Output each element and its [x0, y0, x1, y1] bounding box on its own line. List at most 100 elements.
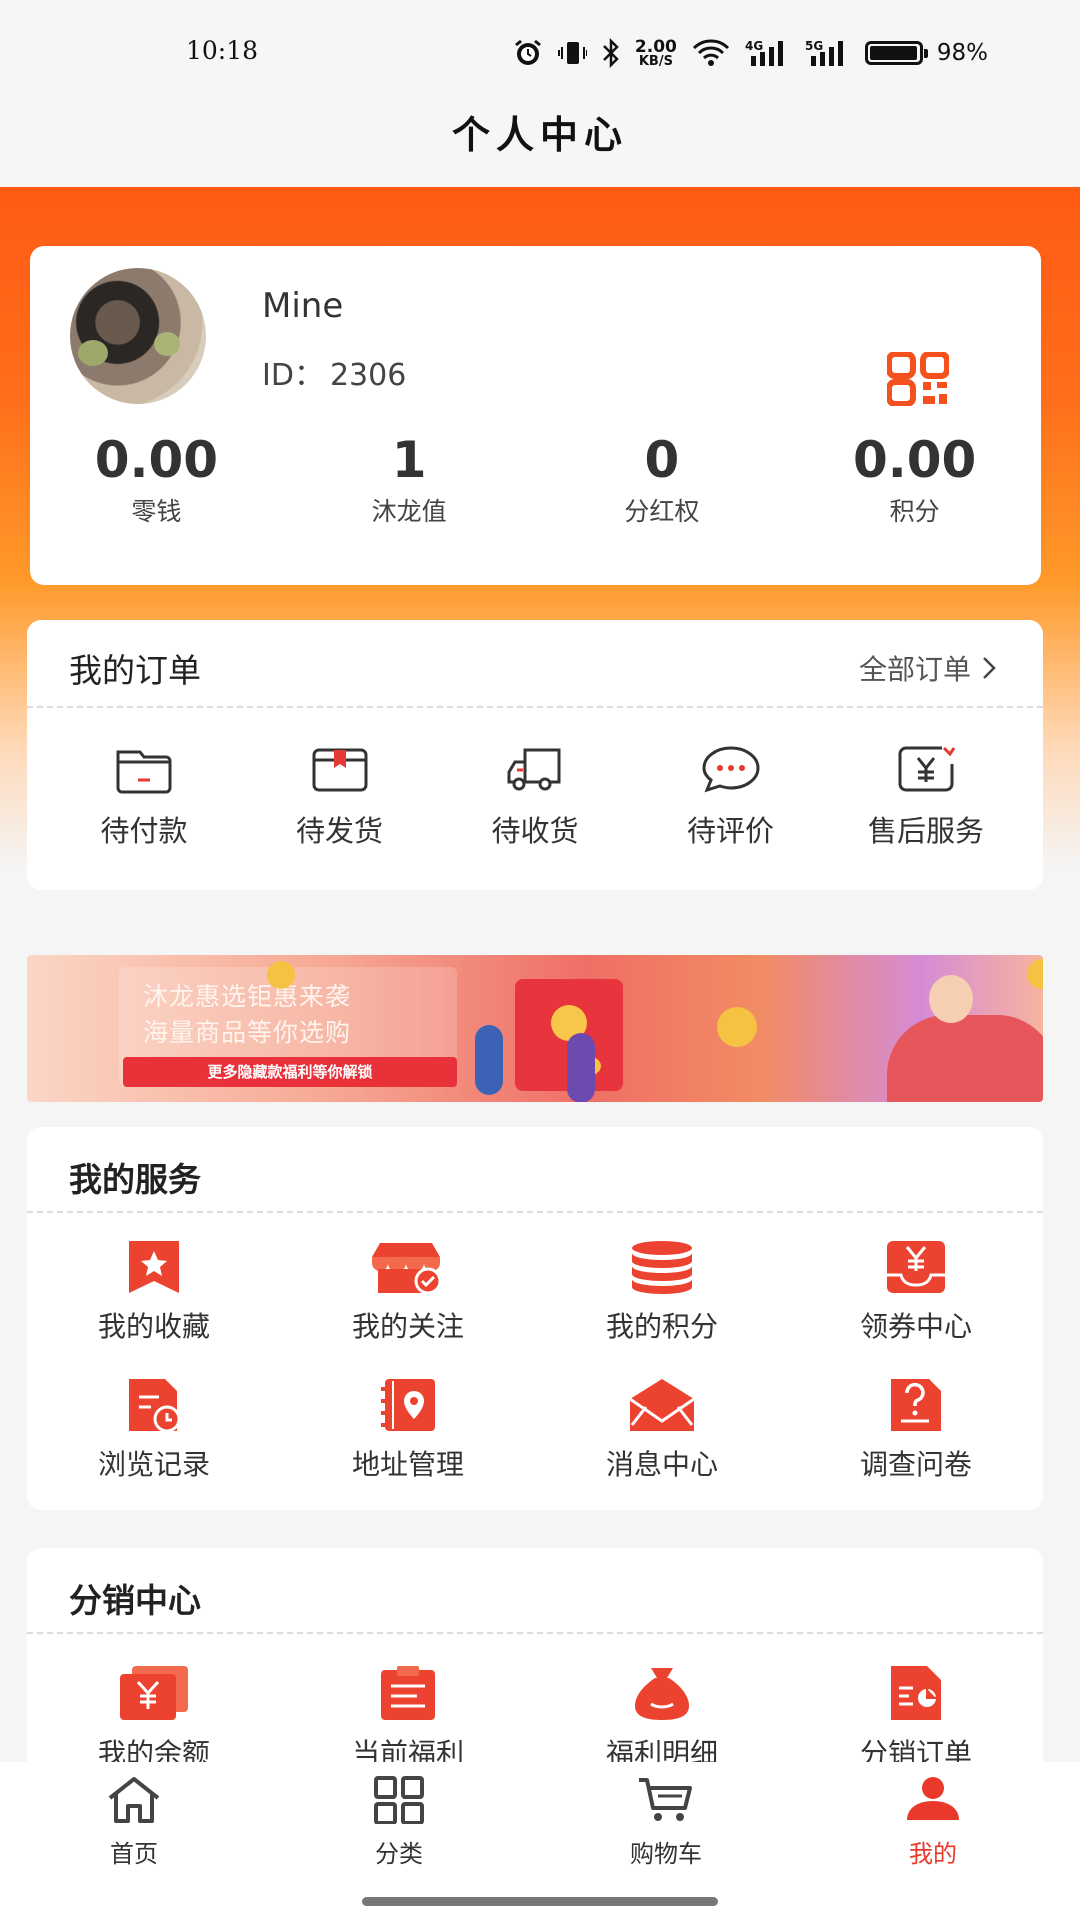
coin-icon — [1027, 959, 1043, 989]
vibrate-icon — [557, 42, 587, 64]
order-item-label: 待评价 — [686, 814, 774, 848]
service-label: 我的积分 — [605, 1310, 718, 1343]
user-name: Mine — [262, 286, 344, 326]
cart-icon — [639, 1778, 692, 1821]
stat-dividend[interactable]: 0 分红权 — [536, 430, 789, 528]
tab-cart[interactable]: 购物车 — [606, 1776, 726, 1869]
order-status-row: 待付款 待发货 待收货 待评价 售后服务 — [27, 744, 1043, 850]
order-item-label: 待收货 — [491, 814, 579, 848]
stat-label: 分红权 — [624, 497, 700, 526]
service-label: 我的关注 — [351, 1310, 464, 1343]
order-pending-payment[interactable]: 待付款 — [49, 744, 239, 850]
order-pending-receipt[interactable]: 待收货 — [440, 744, 630, 850]
banner-headline: 沐龙惠选钜惠来袭 — [143, 982, 352, 1011]
wallet-icon — [116, 750, 172, 794]
order-pending-shipment[interactable]: 待发货 — [245, 744, 435, 850]
tab-label: 分类 — [375, 1840, 423, 1868]
refund-yen-icon — [898, 746, 956, 792]
stat-value: 0.00 — [94, 431, 219, 489]
order-item-label: 待发货 — [295, 814, 383, 848]
battery-icon — [864, 41, 928, 65]
stat-value: 1 — [391, 431, 427, 489]
service-coupons[interactable]: 领券中心 — [789, 1239, 1043, 1345]
service-points[interactable]: 我的积分 — [535, 1239, 789, 1345]
status-icons: 2.00 KB/S 4G 5G 98% — [513, 36, 988, 70]
service-history[interactable]: 浏览记录 — [27, 1377, 281, 1483]
tab-label: 购物车 — [630, 1840, 702, 1868]
alarm-icon — [514, 39, 541, 65]
services-row-1: 我的收藏 我的关注 我的积分 领券中心 — [27, 1239, 1043, 1345]
questionnaire-icon — [891, 1379, 941, 1431]
envelope-icon — [629, 1379, 695, 1431]
orders-card: 我的订单 全部订单 待付款 待发货 待收货 待评价 售后服务 — [27, 620, 1043, 890]
svg-text:4G: 4G — [745, 39, 763, 53]
delivery-truck-icon — [507, 748, 561, 791]
battery-percent: 98% — [936, 40, 988, 66]
service-following[interactable]: 我的关注 — [281, 1239, 535, 1345]
dist-current-welfare[interactable]: 当前福利 — [281, 1664, 535, 1772]
svg-text:5G: 5G — [805, 39, 823, 53]
chevron-right-icon — [983, 657, 996, 679]
all-orders-label: 全部订单 — [858, 653, 971, 686]
net-speed: 2.00 KB/S — [634, 36, 677, 69]
service-favorites[interactable]: 我的收藏 — [27, 1239, 281, 1345]
home-icon — [108, 1777, 160, 1823]
service-label: 领券中心 — [859, 1310, 972, 1343]
order-pending-review[interactable]: 待评价 — [636, 744, 826, 850]
person-figure — [475, 1025, 503, 1095]
wifi-icon — [692, 39, 729, 66]
user-id: ID： 2306 — [262, 350, 406, 394]
dist-welfare-details[interactable]: 福利明细 — [535, 1664, 789, 1772]
stat-points[interactable]: 0.00 积分 — [788, 430, 1041, 528]
order-after-sales[interactable]: 售后服务 — [831, 744, 1021, 850]
chat-bubble-icon — [701, 746, 760, 793]
character-head — [929, 975, 973, 1023]
tab-category[interactable]: 分类 — [339, 1776, 459, 1869]
signal-5g-icon: 5G — [805, 39, 843, 66]
grid-icon — [374, 1776, 424, 1824]
service-address[interactable]: 地址管理 — [281, 1377, 535, 1483]
dist-orders[interactable]: 分销订单 — [789, 1664, 1043, 1772]
stats-row: 0.00 零钱 1 沐龙值 0 分红权 0.00 积分 — [30, 430, 1041, 528]
all-orders-link[interactable]: 全部订单 — [859, 648, 997, 688]
orders-title: 我的订单 — [69, 651, 201, 690]
user-id-value: 2306 — [329, 358, 407, 393]
store-check-icon — [372, 1243, 442, 1295]
home-indicator[interactable] — [362, 1897, 718, 1906]
stat-value: 0 — [644, 431, 680, 489]
avatar[interactable] — [70, 268, 206, 404]
balance-yen-icon — [120, 1666, 188, 1720]
services-header: 我的服务 — [27, 1127, 1043, 1213]
promo-banner[interactable]: 沐龙惠选钜惠来袭 海量商品等你选购 更多隐藏款福利等你解锁 — [27, 955, 1043, 1102]
dist-balance[interactable]: 我的余额 — [27, 1664, 281, 1772]
yen-coupon-icon — [887, 1241, 945, 1293]
services-title: 我的服务 — [69, 1160, 201, 1199]
services-card: 我的服务 我的收藏 我的关注 我的积分 领券中心 浏览记录 地址管理 消息中心 … — [27, 1127, 1043, 1510]
stat-label: 沐龙值 — [371, 497, 447, 526]
services-row-2: 浏览记录 地址管理 消息中心 调查问卷 — [27, 1377, 1043, 1483]
tab-mine[interactable]: 我的 — [873, 1776, 993, 1869]
tab-home[interactable]: 首页 — [74, 1776, 194, 1869]
user-id-label: ID： — [262, 358, 324, 393]
stat-label: 积分 — [889, 497, 940, 526]
banner-subline: 海量商品等你选购 — [143, 1018, 352, 1047]
coin-stack-icon — [632, 1241, 692, 1294]
order-item-label: 待付款 — [100, 814, 188, 848]
service-survey[interactable]: 调查问卷 — [789, 1377, 1043, 1483]
stat-label: 零钱 — [131, 497, 182, 526]
service-label: 浏览记录 — [97, 1448, 210, 1481]
person-icon — [907, 1777, 959, 1820]
service-messages[interactable]: 消息中心 — [535, 1377, 789, 1483]
bluetooth-icon — [603, 38, 619, 68]
tab-label: 首页 — [110, 1840, 158, 1868]
stat-change[interactable]: 0.00 零钱 — [30, 430, 283, 528]
distribution-header: 分销中心 — [27, 1548, 1043, 1634]
package-box-icon — [312, 748, 367, 792]
person-figure — [567, 1033, 595, 1102]
top-bar: 10:18 2.00 KB/S 4G 5G 98% 个人中心 — [0, 0, 1080, 187]
banner-tag: 更多隐藏款福利等你解锁 — [123, 1057, 457, 1087]
order-item-label: 售后服务 — [867, 814, 984, 848]
qr-code-icon[interactable] — [887, 352, 949, 406]
profile-card: Mine ID： 2306 0.00 零钱 1 沐龙值 0 分红权 0.00 积分 — [30, 246, 1041, 585]
stat-mulong-value[interactable]: 1 沐龙值 — [283, 430, 536, 528]
